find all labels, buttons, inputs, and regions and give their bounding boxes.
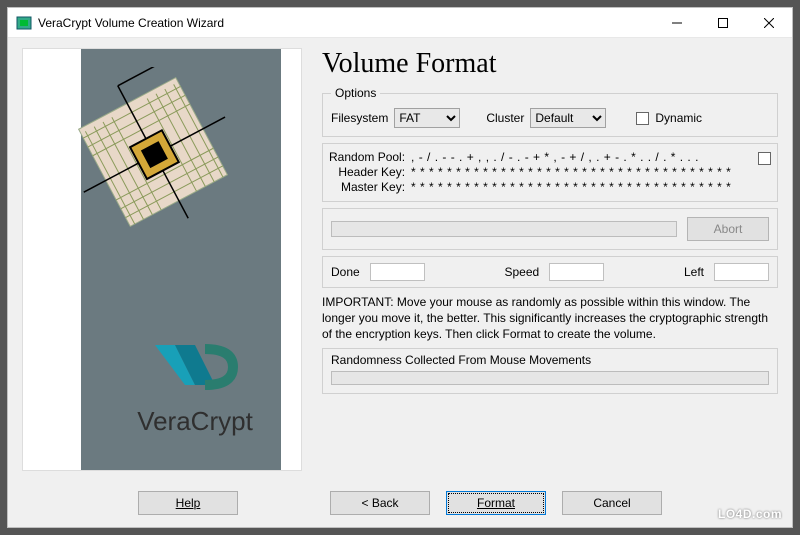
product-logo-block: VeraCrypt (105, 337, 285, 437)
cancel-button[interactable]: Cancel (562, 491, 662, 515)
app-icon (16, 15, 32, 31)
randomness-label: Randomness Collected From Mouse Movement… (331, 353, 769, 367)
minimize-button[interactable] (654, 8, 700, 37)
left-value (714, 263, 769, 281)
back-button[interactable]: < Back (330, 491, 430, 515)
cluster-label: Cluster (486, 111, 524, 125)
client-area: VeraCrypt Volume Format Options Filesyst… (8, 38, 792, 479)
important-note: IMPORTANT: Move your mouse as randomly a… (322, 294, 778, 342)
master-key-value: * * * * * * * * * * * * * * * * * * * * … (411, 180, 752, 195)
options-legend: Options (331, 86, 380, 100)
titlebar: VeraCrypt Volume Creation Wizard (8, 8, 792, 38)
product-name: VeraCrypt (105, 406, 285, 437)
left-label: Left (684, 265, 704, 279)
random-pool-group: Random Pool: Header Key: Master Key: , -… (322, 143, 778, 202)
chip-illustration (63, 67, 243, 237)
abort-button[interactable]: Abort (687, 217, 769, 241)
speed-label: Speed (504, 265, 539, 279)
page-title: Volume Format (322, 48, 778, 80)
wizard-page: Volume Format Options Filesystem FAT Clu… (322, 48, 778, 471)
speed-value (549, 263, 604, 281)
cluster-select[interactable]: Default (530, 108, 606, 128)
filesystem-label: Filesystem (331, 111, 388, 125)
dynamic-checkbox[interactable] (636, 112, 649, 125)
window-controls (654, 8, 792, 37)
progress-stats-group: Done Speed Left (322, 256, 778, 288)
help-button[interactable]: Help (138, 491, 238, 515)
window-frame: VeraCrypt Volume Creation Wizard (7, 7, 793, 528)
filesystem-select[interactable]: FAT (394, 108, 460, 128)
close-button[interactable] (746, 8, 792, 37)
dynamic-label: Dynamic (655, 111, 702, 125)
done-value (370, 263, 425, 281)
wizard-banner: VeraCrypt (22, 48, 302, 471)
options-group: Options Filesystem FAT Cluster Default D… (322, 86, 778, 137)
format-progress-group: Abort (322, 208, 778, 250)
format-button[interactable]: Format (446, 491, 546, 515)
show-pool-checkbox[interactable] (758, 152, 771, 165)
header-key-value: * * * * * * * * * * * * * * * * * * * * … (411, 165, 752, 180)
veracrypt-logo-icon (145, 337, 245, 397)
pool-labels: Random Pool: Header Key: Master Key: (329, 150, 405, 195)
wizard-footer: Help < Back Format Cancel (8, 479, 792, 527)
done-label: Done (331, 265, 360, 279)
maximize-button[interactable] (700, 8, 746, 37)
pool-values: , - / . - - . + , , . / - . - + * , - + … (411, 150, 752, 195)
window-title: VeraCrypt Volume Creation Wizard (38, 16, 654, 30)
random-pool-value: , - / . - - . + , , . / - . - + * , - + … (411, 150, 752, 165)
randomness-progress-bar (331, 371, 769, 385)
format-progress-bar (331, 221, 677, 237)
watermark: LO4D.com (718, 507, 782, 521)
randomness-group: Randomness Collected From Mouse Movement… (322, 348, 778, 394)
